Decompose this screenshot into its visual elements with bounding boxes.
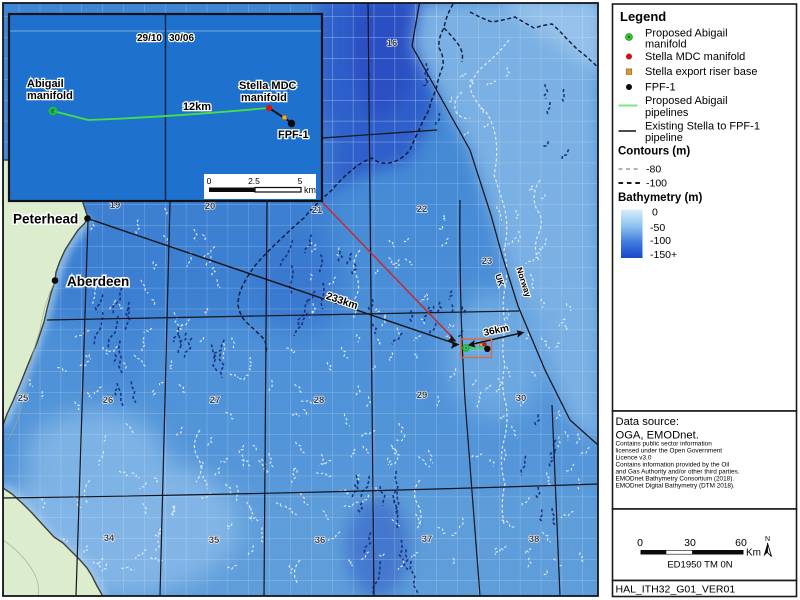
svg-text:30/06: 30/06 <box>169 33 194 44</box>
svg-text:30: 30 <box>684 537 696 549</box>
svg-text:Bathymetry (m): Bathymetry (m) <box>618 192 703 204</box>
svg-text:-150+: -150+ <box>650 249 677 261</box>
svg-text:Km: Km <box>746 548 761 559</box>
svg-text:pipelines: pipelines <box>645 107 689 119</box>
svg-text:35: 35 <box>209 535 220 546</box>
svg-text:27: 27 <box>210 395 221 406</box>
svg-text:EMODnet Bathymetry Consortium: EMODnet Bathymetry Consortium (2018). <box>616 476 735 483</box>
svg-text:Contains public sector informa: Contains public sector information <box>616 441 713 448</box>
svg-text:pipeline: pipeline <box>645 132 683 144</box>
svg-text:38: 38 <box>529 534 540 545</box>
svg-text:N: N <box>765 536 770 543</box>
svg-text:and Gas Authority and/or other: and Gas Authority and/or other third par… <box>616 469 740 476</box>
svg-text:34: 34 <box>104 533 115 544</box>
svg-text:Data source:: Data source: <box>616 416 679 428</box>
svg-text:Peterhead: Peterhead <box>13 212 78 227</box>
svg-text:22: 22 <box>417 204 428 215</box>
svg-text:-100: -100 <box>650 235 671 247</box>
svg-text:30: 30 <box>516 393 527 404</box>
svg-text:37: 37 <box>422 534 433 545</box>
svg-text:Stella export riser base: Stella export riser base <box>645 66 758 78</box>
svg-text:Aberdeen: Aberdeen <box>67 274 129 289</box>
svg-text:Contains information provided: Contains information provided by the Oil <box>616 462 730 469</box>
svg-text:FPF-1: FPF-1 <box>645 82 676 94</box>
svg-text:manifold: manifold <box>241 92 287 104</box>
svg-text:manifold: manifold <box>645 39 687 51</box>
svg-text:23: 23 <box>482 256 493 267</box>
svg-text:ED1950 TM 0N: ED1950 TM 0N <box>667 560 732 571</box>
svg-text:EMODnet Digital Bathymetry (DT: EMODnet Digital Bathymetry (DTM 2018). <box>616 483 736 490</box>
svg-text:manifold: manifold <box>27 90 73 102</box>
svg-text:Licence v3.0: Licence v3.0 <box>616 455 652 462</box>
svg-text:16: 16 <box>387 38 398 49</box>
svg-text:5: 5 <box>298 176 303 186</box>
svg-text:29/10: 29/10 <box>137 33 162 44</box>
svg-text:Proposed Abigail: Proposed Abigail <box>645 95 728 107</box>
svg-text:Abigail: Abigail <box>27 78 64 90</box>
svg-text:26: 26 <box>103 395 114 406</box>
svg-text:20: 20 <box>205 201 216 212</box>
svg-text:Stella MDC: Stella MDC <box>239 80 297 92</box>
svg-text:25: 25 <box>18 393 29 404</box>
svg-text:28: 28 <box>314 395 325 406</box>
svg-text:Stella MDC manifold: Stella MDC manifold <box>645 51 745 63</box>
svg-text:29: 29 <box>417 390 428 401</box>
svg-text:2.5: 2.5 <box>248 176 260 186</box>
svg-text:Contours (m): Contours (m) <box>618 146 690 158</box>
svg-text:12km: 12km <box>183 101 211 113</box>
svg-text:21: 21 <box>312 205 323 216</box>
svg-text:-50: -50 <box>650 222 665 234</box>
svg-text:Existing Stella to FPF-1: Existing Stella to FPF-1 <box>645 121 760 133</box>
svg-text:licensed under the Open Govern: licensed under the Open Government <box>616 448 723 455</box>
svg-text:-80: -80 <box>646 164 661 176</box>
svg-text:36: 36 <box>315 535 326 546</box>
svg-text:km: km <box>304 185 316 195</box>
svg-text:FPF-1: FPF-1 <box>278 129 309 141</box>
svg-text:HAL_ITH32_G01_VER01: HAL_ITH32_G01_VER01 <box>616 584 736 596</box>
svg-text:-100: -100 <box>646 178 667 190</box>
svg-text:Legend: Legend <box>620 9 666 24</box>
svg-text:0: 0 <box>637 537 643 549</box>
svg-text:0: 0 <box>207 176 212 186</box>
svg-text:0: 0 <box>652 207 658 219</box>
